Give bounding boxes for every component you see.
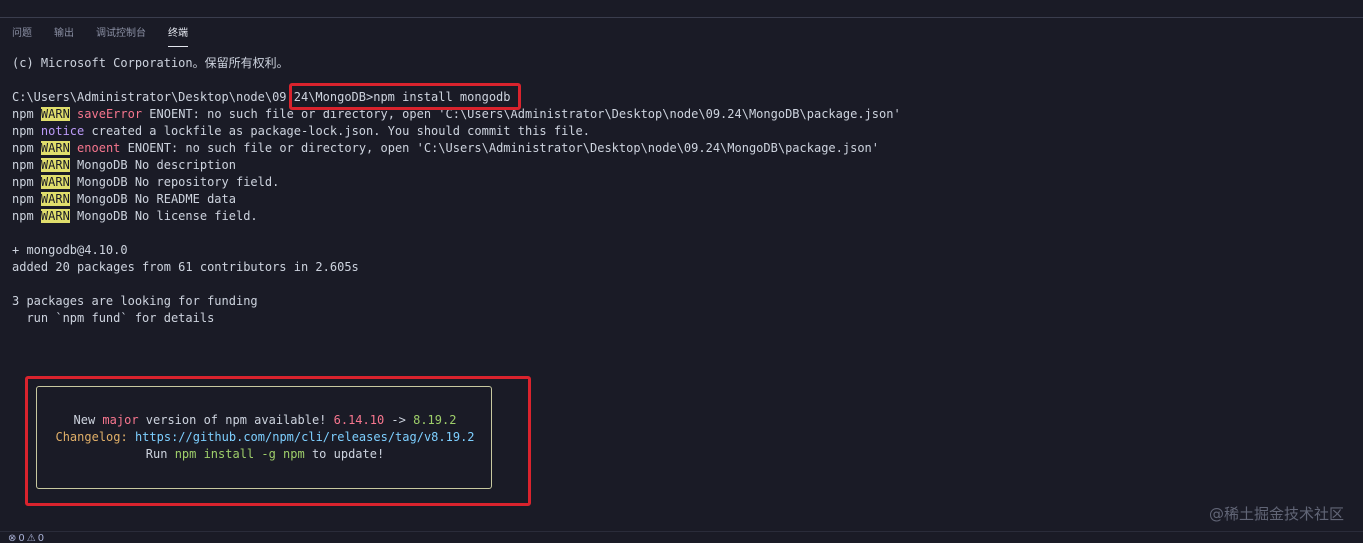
vscode-panel: 问题 输出 调试控制台 终端 (c) Microsoft Corporation… — [0, 0, 1363, 543]
warn-badge: WARN — [40, 209, 70, 223]
changelog-line: Changelog: https://github.com/npm/cli/re… — [37, 429, 493, 446]
run-update-line: Run npm install -g npm to update! — [37, 446, 493, 463]
warn-text: MongoDB No README data — [69, 192, 236, 206]
notice-tag: notice — [40, 124, 85, 138]
npm-update-notice-box: New major version of npm available! 6.14… — [36, 386, 492, 489]
added-packages-line: added 20 packages from 61 contributors i… — [12, 260, 359, 274]
status-bar: ⊗ 0 ⚠ 0 — [0, 531, 1363, 543]
npm-prefix: npm — [12, 141, 41, 155]
update-command: npm install -g npm — [174, 447, 305, 461]
version-arrow: -> — [384, 413, 414, 427]
warn-badge: WARN — [40, 192, 70, 206]
update-version-line: New major version of npm available! 6.14… — [37, 412, 493, 429]
installed-package-line: + mongodb@4.10.0 — [12, 243, 128, 257]
old-version: 6.14.10 — [333, 413, 385, 427]
tab-problems[interactable]: 问题 — [12, 27, 32, 47]
major-label: major — [102, 413, 139, 427]
npm-prefix: npm — [12, 175, 41, 189]
update-notice-text: New major version of npm available! 6.14… — [37, 412, 493, 463]
npm-notice-line: npm notice created a lockfile as package… — [12, 123, 1352, 140]
prompt-line: C:\Users\Administrator\Desktop\node\09.2… — [12, 90, 511, 104]
npm-warn-saveerror-line: npm WARN saveError ENOENT: no such file … — [12, 106, 1352, 123]
npm-prefix: npm — [12, 158, 41, 172]
problems-indicator[interactable]: ⊗ 0 ⚠ 0 — [8, 533, 44, 543]
npm-warn-description-line: npm WARN MongoDB No description — [12, 157, 1352, 174]
warn-badge: WARN — [40, 175, 70, 189]
saveerror-tag: saveError — [77, 107, 143, 121]
update-prefix: New — [73, 413, 103, 427]
run-prefix: Run — [145, 447, 175, 461]
funding-line: 3 packages are looking for funding — [12, 294, 258, 308]
tab-terminal[interactable]: 终端 — [168, 27, 188, 47]
warn-text: MongoDB No description — [69, 158, 236, 172]
warning-count: 0 — [37, 533, 45, 543]
npm-prefix: npm — [12, 107, 41, 121]
tab-output[interactable]: 输出 — [54, 27, 74, 47]
npm-warn-license-line: npm WARN MongoDB No license field. — [12, 208, 1352, 225]
npm-warn-repository-line: npm WARN MongoDB No repository field. — [12, 174, 1352, 191]
warn-text: MongoDB No license field. — [69, 209, 258, 223]
saveerror-text: ENOENT: no such file or directory, open … — [142, 107, 901, 121]
warn-badge: WARN — [40, 158, 70, 172]
enoent-tag: enoent — [77, 141, 121, 155]
notice-text: created a lockfile as package-lock.json.… — [84, 124, 590, 138]
npm-warn-enoent-line: npm WARN enoent ENOENT: no such file or … — [12, 140, 1352, 157]
warn-badge: WARN — [40, 141, 70, 155]
update-mid-text: version of npm available! — [138, 413, 334, 427]
error-icon: ⊗ — [8, 533, 17, 543]
npm-prefix: npm — [12, 124, 41, 138]
error-count: 0 — [18, 533, 25, 543]
terminal-output[interactable]: (c) Microsoft Corporation。保留所有权利。 C:\Use… — [12, 55, 1352, 327]
new-version: 8.19.2 — [413, 413, 457, 427]
warning-icon: ⚠ — [26, 533, 36, 543]
tab-debug-console[interactable]: 调试控制台 — [96, 27, 146, 47]
watermark: @稀土掘金技术社区 — [1208, 505, 1344, 523]
funding-details-line: run `npm fund` for details — [12, 311, 215, 325]
npm-warn-readme-line: npm WARN MongoDB No README data — [12, 191, 1352, 208]
warn-badge: WARN — [40, 107, 70, 121]
panel-tab-bar: 问题 输出 调试控制台 终端 — [12, 27, 210, 47]
enoent-text: ENOENT: no such file or directory, open … — [120, 141, 879, 155]
warn-text: MongoDB No repository field. — [69, 175, 280, 189]
npm-prefix: npm — [12, 192, 41, 206]
panel-top-border — [0, 0, 1363, 18]
copyright-line: (c) Microsoft Corporation。保留所有权利。 — [12, 56, 289, 70]
changelog-link[interactable]: https://github.com/npm/cli/releases/tag/… — [128, 430, 475, 444]
run-suffix: to update! — [304, 447, 385, 461]
npm-prefix: npm — [12, 209, 41, 223]
changelog-label: Changelog: — [55, 430, 128, 444]
